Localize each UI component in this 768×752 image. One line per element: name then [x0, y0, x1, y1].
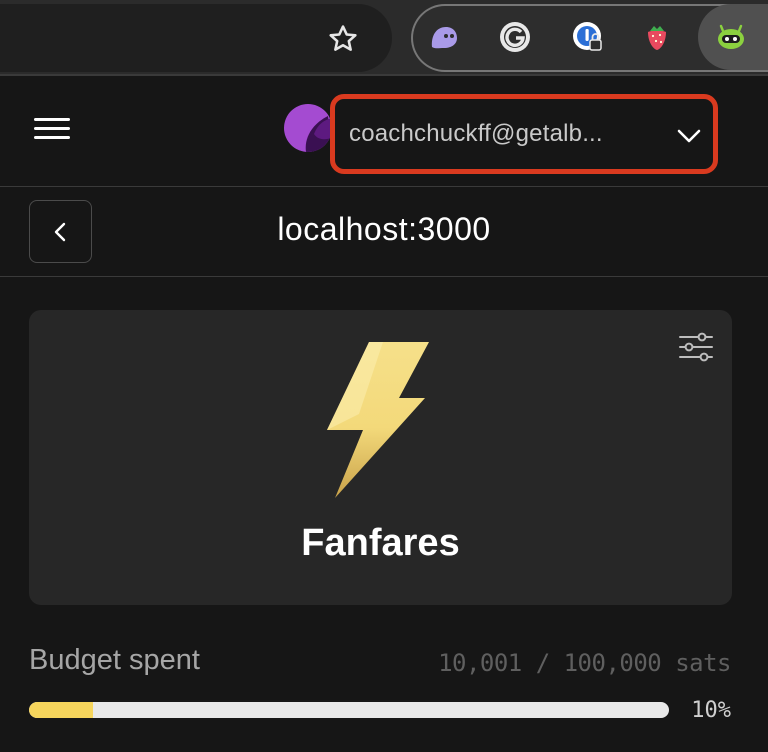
menu-icon[interactable]: [34, 118, 70, 142]
app-name: Fanfares: [301, 522, 460, 564]
alby-extension-icon[interactable]: [714, 20, 748, 54]
site-header: localhost:3000: [0, 187, 768, 277]
budget-percent: 10%: [691, 698, 731, 723]
budget-amount: 10,001 / 100,000 sats: [438, 649, 731, 677]
avatar: [284, 104, 332, 152]
grammarly-extension-icon[interactable]: [498, 20, 532, 54]
budget-progress-fill: [29, 702, 93, 718]
extension-popup: coachchuckff@getalb... localhost:3000 Fa…: [0, 76, 768, 752]
site-title: localhost:3000: [277, 211, 491, 247]
budget-label: Budget spent: [29, 644, 200, 676]
browser-toolbar: [0, 0, 768, 74]
ghost-extension-icon[interactable]: [427, 20, 461, 54]
star-icon[interactable]: [326, 22, 360, 56]
popup-header: coachchuckff@getalb...: [0, 76, 768, 187]
budget-progress-bar: [29, 702, 669, 718]
app-card: Fanfares: [29, 310, 732, 605]
chevron-down-icon: [677, 129, 701, 143]
settings-sliders-icon[interactable]: [678, 332, 714, 362]
account-email: coachchuckff@getalb...: [349, 120, 603, 147]
account-selector[interactable]: coachchuckff@getalb...: [330, 94, 718, 174]
strawberry-extension-icon[interactable]: [640, 20, 674, 54]
screen: coachchuckff@getalb... localhost:3000 Fa…: [0, 0, 768, 752]
password-manager-extension-icon[interactable]: [571, 20, 605, 54]
lightning-bolt-icon: [327, 342, 429, 498]
